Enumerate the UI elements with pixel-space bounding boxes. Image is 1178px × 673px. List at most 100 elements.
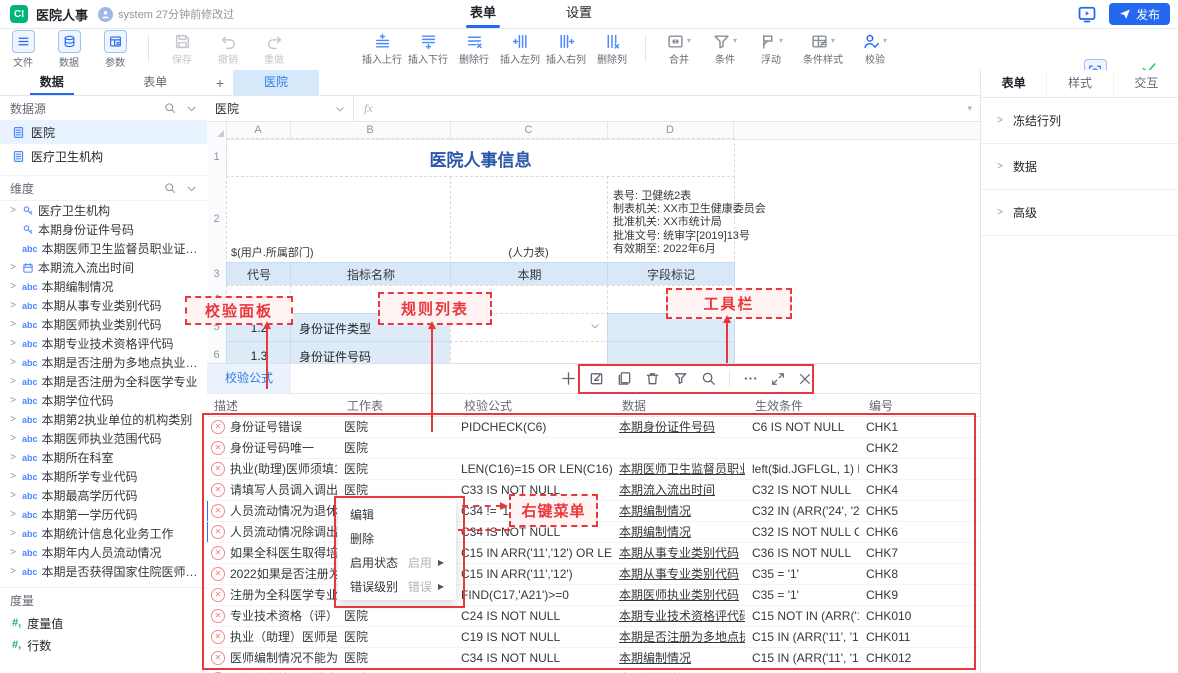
chevron-down-icon[interactable]: ▾ <box>831 36 835 45</box>
cell-a4[interactable] <box>226 285 292 315</box>
expand-chevron-icon[interactable]: > <box>8 395 18 406</box>
expand-chevron-icon[interactable]: > <box>8 281 18 292</box>
expand-chevron-icon[interactable]: > <box>8 433 18 444</box>
dimension-item[interactable]: > abc 本期是否获得国家住院医师规范... <box>0 562 207 581</box>
header-cell-name[interactable]: 指标名称 <box>290 262 452 287</box>
rule-row[interactable]: ✕ 2022如果是否注册为全科 医院 C15 IN ARR('11','12')… <box>207 564 980 585</box>
rule-row[interactable]: ✕ 执业(助理)医师须填15位 医院 LEN(C16)=15 OR LEN(C1… <box>207 459 980 480</box>
data-field-link[interactable]: 本期是否注册为多地点执业医 <box>619 630 745 644</box>
expand-chevron-icon[interactable]: > <box>8 471 18 482</box>
chevron-down-icon[interactable]: ▾ <box>733 36 737 45</box>
header-cell-code[interactable]: 代号 <box>226 262 292 287</box>
select-all-corner[interactable] <box>207 122 227 139</box>
search-rules-icon[interactable] <box>701 371 716 386</box>
collapse-chevron-icon[interactable] <box>186 103 197 114</box>
save-button[interactable]: 保存 <box>159 33 205 66</box>
data-field-link[interactable]: 本期从事专业类别代码 <box>619 546 739 560</box>
filter-rules-icon[interactable] <box>673 371 688 386</box>
delete-col-button[interactable]: 删除列 <box>589 33 635 66</box>
section-advanced[interactable]: >高级 <box>981 190 1178 236</box>
chevron-down-icon[interactable]: ▾ <box>883 36 887 45</box>
validation-formula-tab[interactable]: 校验公式 <box>207 364 291 393</box>
dimension-item[interactable]: > abc 本期学位代码 <box>0 391 207 410</box>
file-button[interactable]: 文件 <box>0 30 46 69</box>
dimension-item[interactable]: > abc 本期所在科室 <box>0 448 207 467</box>
chevron-down-icon[interactable]: ▾ <box>687 36 691 45</box>
undo-button[interactable]: 撤销 <box>205 33 251 66</box>
row-number[interactable]: 4 <box>207 285 227 314</box>
close-panel-icon[interactable] <box>798 372 812 386</box>
dimension-item[interactable]: > abc 本期是否注册为多地点执业医师 <box>0 353 207 372</box>
measure-item[interactable]: #, 度量值 <box>0 612 207 634</box>
dimension-item[interactable]: > abc 本期统计信息化业务工作 <box>0 524 207 543</box>
tab-form[interactable]: 表单 <box>470 0 496 28</box>
menu-item-enable-state[interactable]: 启用状态 启用▶ <box>338 550 456 574</box>
row-number[interactable]: 5 <box>207 313 227 342</box>
rule-row[interactable]: ✕ 身份证号错误 医院 PIDCHECK(C6) 本期身份证件号码 C6 IS … <box>207 417 980 438</box>
dimension-item[interactable]: > abc 本期医师执业范围代码 <box>0 429 207 448</box>
expand-chevron-icon[interactable]: > <box>8 566 18 577</box>
delete-row-button[interactable]: 删除行 <box>451 33 497 66</box>
header-cell-field[interactable]: 字段标记 <box>607 262 735 287</box>
measure-item[interactable]: #, 行数 <box>0 634 207 656</box>
publish-button[interactable]: 发布 <box>1109 3 1170 25</box>
row-number[interactable]: 1 <box>207 138 227 177</box>
sidebar-tab-data[interactable]: 数据 <box>0 70 104 95</box>
cell-dropdown-icon[interactable] <box>590 321 600 331</box>
rule-row[interactable]: ✕ 人员流动情况除调出人员 医院 C34 IS NOT NULL 本期编制情况 … <box>207 522 980 543</box>
expand-panel-icon[interactable] <box>771 372 785 386</box>
condition-button[interactable]: ▾ 条件 <box>702 33 748 66</box>
preview-icon[interactable] <box>1077 4 1097 24</box>
collapse-chevron-icon[interactable] <box>186 183 197 194</box>
data-field-link[interactable]: 本期身份证件号码 <box>619 420 715 434</box>
section-freeze[interactable]: >冻结行列 <box>981 98 1178 144</box>
rule-row[interactable]: ✕ 专业技术资格（评）名称 医院 C24 IS NOT NULL 本期专业技术资… <box>207 606 980 627</box>
rule-row[interactable]: ✕ 如果全科医生取得培训合格 医院 C15 IN ARR('11','12') … <box>207 543 980 564</box>
expand-chevron-icon[interactable]: > <box>8 509 18 520</box>
data-field-link[interactable]: 本期专业技术资格评代码 <box>619 609 745 623</box>
column-header[interactable]: D <box>607 122 734 139</box>
menu-item-error-level[interactable]: 错误级别 错误▶ <box>338 574 456 598</box>
cell-b4[interactable] <box>290 285 452 315</box>
chevron-down-icon[interactable]: ▾ <box>779 36 783 45</box>
dimension-item[interactable]: 本期身份证件号码 <box>0 220 207 239</box>
expand-chevron-icon[interactable]: > <box>8 338 18 349</box>
cell-b5[interactable]: 身份证件类型 <box>290 313 460 343</box>
conditional-style-button[interactable]: ▾ 条件样式 <box>794 33 852 66</box>
rule-row[interactable]: ✕ 请填写人员调入调出的时间 医院 C33 IS NOT NULL 本期流入流出… <box>207 480 980 501</box>
expand-chevron-icon[interactable]: > <box>8 319 18 330</box>
data-field-link[interactable]: 本期医师卫生监督员职业证书 <box>619 462 745 476</box>
row-number[interactable]: 2 <box>207 176 227 263</box>
rule-row[interactable]: ✕ 医师编制情况不能为空 医院 C34 IS NOT NULL 本期编制情况 C… <box>207 669 980 673</box>
dimension-item[interactable]: > abc 本期专业技术资格评代码 <box>0 334 207 353</box>
rule-row[interactable]: ✕ 医师编制情况不能为空 医院 C34 IS NOT NULL 本期编制情况 C… <box>207 648 980 669</box>
dimension-item[interactable]: > 医疗卫生机构 <box>0 201 207 220</box>
dimension-item[interactable]: > abc 本期从事专业类别代码 <box>0 296 207 315</box>
data-field-link[interactable]: 本期编制情况 <box>619 504 691 518</box>
rule-row[interactable]: ✕ 注册为全科医学专业为是 医院 FIND(C17,'A21')>=0 本期医师… <box>207 585 980 606</box>
cell-name-box[interactable]: 医院 <box>207 96 354 121</box>
cell-c4[interactable] <box>450 285 609 315</box>
header-cell-current[interactable]: 本期 <box>450 262 609 287</box>
edit-rule-icon[interactable] <box>589 371 604 386</box>
sheet-tab-hospital[interactable]: 医院 <box>233 70 319 95</box>
expand-chevron-icon[interactable]: > <box>8 414 18 425</box>
cell-d5[interactable] <box>607 313 735 343</box>
cell-c5-dropdown[interactable] <box>450 313 609 343</box>
data-field-link[interactable]: 本期编制情况 <box>619 525 691 539</box>
dimension-item[interactable]: > abc 本期医师执业类别代码 <box>0 315 207 334</box>
data-field-link[interactable]: 本期从事专业类别代码 <box>619 567 739 581</box>
row-number[interactable]: 3 <box>207 262 227 286</box>
tab-settings[interactable]: 设置 <box>566 0 592 28</box>
redo-button[interactable]: 重做 <box>251 33 297 66</box>
menu-item-edit[interactable]: 编辑 <box>338 502 456 526</box>
expand-chevron-icon[interactable]: > <box>8 528 18 539</box>
dimension-item[interactable]: > abc 本期最高学历代码 <box>0 486 207 505</box>
section-data[interactable]: >数据 <box>981 144 1178 190</box>
delete-rule-icon[interactable] <box>645 371 660 386</box>
float-button[interactable]: ▾ 浮动 <box>748 33 794 66</box>
dimension-item[interactable]: abc 本期医师卫生监督员职业证书编码 <box>0 239 207 258</box>
expand-chevron-icon[interactable]: > <box>8 490 18 501</box>
dimension-item[interactable]: > 本期流入流出时间 <box>0 258 207 277</box>
data-field-link[interactable]: 本期流入流出时间 <box>619 483 715 497</box>
